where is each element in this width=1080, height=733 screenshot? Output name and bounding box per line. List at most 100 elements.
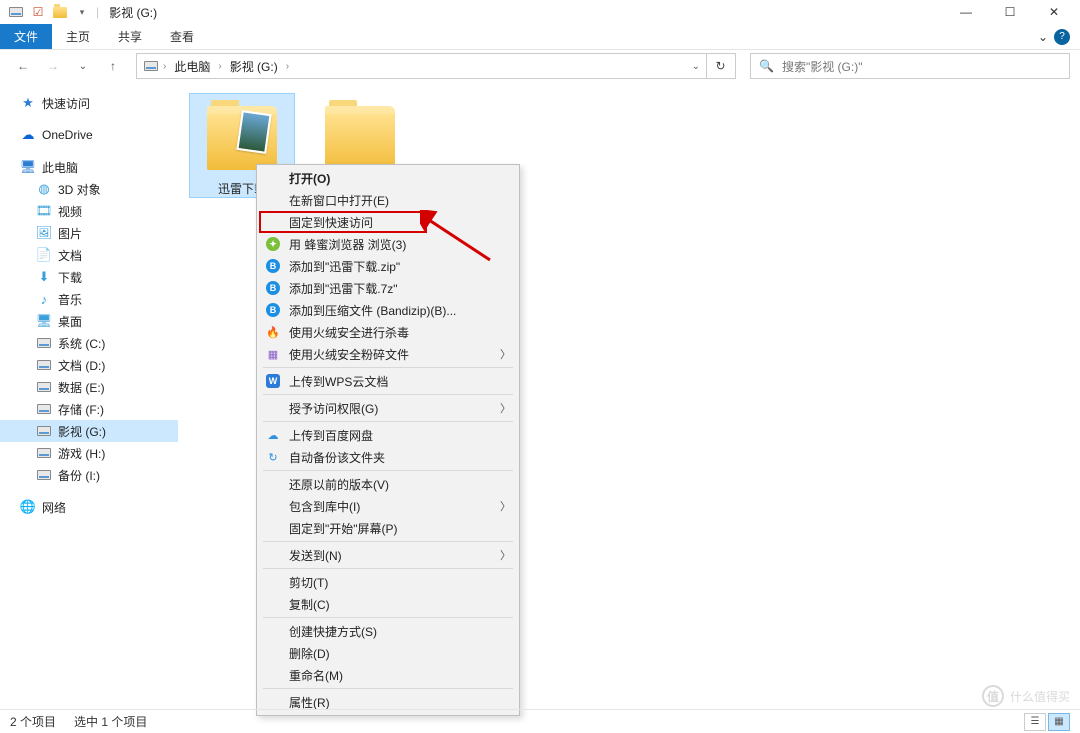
sidebar-item-label: 存储 (F:) — [58, 401, 104, 418]
address-dropdown-icon[interactable]: ⌄ — [692, 61, 700, 72]
separator — [263, 421, 513, 422]
ctx-send-to[interactable]: 发送到(N)〉 — [259, 544, 517, 566]
ctx-label: 使用火绒安全进行杀毒 — [289, 324, 409, 341]
ctx-auto-backup[interactable]: ↻自动备份该文件夹 — [259, 446, 517, 468]
sidebar-onedrive[interactable]: ☁OneDrive — [0, 124, 178, 146]
ctx-open[interactable]: 打开(O) — [259, 167, 517, 189]
ctx-pin-quick-access[interactable]: 固定到快速访问 — [259, 211, 517, 233]
forward-button[interactable]: → — [40, 53, 66, 79]
chevron-right-icon[interactable]: › — [163, 61, 166, 72]
minimize-button[interactable]: — — [944, 0, 988, 24]
tab-file[interactable]: 文件 — [0, 24, 52, 49]
sidebar-thispc[interactable]: 🖥此电脑 — [0, 156, 178, 178]
ctx-include-library[interactable]: 包含到库中(I) 〉 — [259, 495, 517, 517]
sidebar-item-label: 音乐 — [58, 291, 82, 308]
status-selection: 选中 1 个项目 — [74, 713, 147, 730]
ctx-add-7z[interactable]: B添加到"迅雷下载.7z" — [259, 277, 517, 299]
sidebar-videos[interactable]: 🎞视频 — [0, 200, 178, 222]
back-button[interactable]: ← — [10, 53, 36, 79]
tab-view[interactable]: 查看 — [156, 24, 208, 49]
breadcrumb-drive[interactable]: 影视 (G:) — [226, 58, 282, 75]
ctx-label: 添加到压缩文件 (Bandizip)(B)... — [289, 302, 456, 319]
tab-home[interactable]: 主页 — [52, 24, 104, 49]
ctx-label: 删除(D) — [289, 645, 330, 662]
separator — [263, 470, 513, 471]
sidebar-drive-c[interactable]: 系统 (C:) — [0, 332, 178, 354]
ctx-pin-start[interactable]: 固定到"开始"屏幕(P) — [259, 517, 517, 539]
ctx-cut[interactable]: 剪切(T) — [259, 571, 517, 593]
ctx-add-zip[interactable]: B添加到"迅雷下载.zip" — [259, 255, 517, 277]
ctx-label: 包含到库中(I) — [289, 498, 360, 515]
shield-icon: 🔥 — [265, 324, 281, 340]
sidebar-drive-i[interactable]: 备份 (I:) — [0, 464, 178, 486]
ctx-label: 剪切(T) — [289, 574, 328, 591]
ctx-create-shortcut[interactable]: 创建快捷方式(S) — [259, 620, 517, 642]
sidebar-music[interactable]: ♪ 音乐 — [0, 288, 178, 310]
chevron-right-icon[interactable]: › — [218, 61, 221, 72]
sidebar-downloads[interactable]: ⬇ 下载 — [0, 266, 178, 288]
sidebar-item-label: 此电脑 — [42, 159, 78, 176]
separator — [263, 367, 513, 368]
view-details-button[interactable]: ☰ — [1024, 713, 1046, 731]
sidebar-3dobjects[interactable]: ◍3D 对象 — [0, 178, 178, 200]
sidebar-pictures[interactable]: 🖼图片 — [0, 222, 178, 244]
up-button[interactable]: ↑ — [100, 53, 126, 79]
ctx-label: 添加到"迅雷下载.7z" — [289, 280, 398, 297]
ctx-huorong-scan[interactable]: 🔥 使用火绒安全进行杀毒 — [259, 321, 517, 343]
history-dropdown-icon[interactable]: ⌄ — [70, 53, 96, 79]
ctx-wps-upload[interactable]: W上传到WPS云文档 — [259, 370, 517, 392]
close-button[interactable]: ✕ — [1032, 0, 1076, 24]
shred-icon: ▦ — [265, 346, 281, 362]
sidebar-drive-f[interactable]: 存储 (F:) — [0, 398, 178, 420]
chevron-right-icon[interactable]: › — [286, 61, 289, 72]
sidebar-item-label: 数据 (E:) — [58, 379, 105, 396]
checkbox-icon[interactable]: ☑ — [30, 4, 46, 20]
refresh-button[interactable]: ↻ — [706, 53, 736, 79]
search-input[interactable]: 🔍 搜索"影视 (G:)" — [750, 53, 1070, 79]
sidebar-drive-g[interactable]: 影视 (G:) — [0, 420, 178, 442]
sidebar-documents[interactable]: 📄文档 — [0, 244, 178, 266]
ctx-huorong-shred[interactable]: ▦使用火绒安全粉碎文件〉 — [259, 343, 517, 365]
ctx-grant-access[interactable]: 授予访问权限(G)〉 — [259, 397, 517, 419]
breadcrumb-thispc[interactable]: 此电脑 — [170, 58, 214, 75]
ctx-open-new-window[interactable]: 在新窗口中打开(E) — [259, 189, 517, 211]
separator — [263, 617, 513, 618]
sidebar-item-label: 桌面 — [58, 313, 82, 330]
sidebar-desktop[interactable]: 🖥桌面 — [0, 310, 178, 332]
tab-share[interactable]: 共享 — [104, 24, 156, 49]
sidebar-drive-e[interactable]: 数据 (E:) — [0, 376, 178, 398]
sidebar-drive-h[interactable]: 游戏 (H:) — [0, 442, 178, 464]
music-icon: ♪ — [36, 291, 52, 307]
maximize-button[interactable]: ☐ — [988, 0, 1032, 24]
qat-dropdown-icon[interactable]: ▾ — [74, 4, 90, 20]
ctx-bandizip[interactable]: B添加到压缩文件 (Bandizip)(B)... — [259, 299, 517, 321]
ctx-delete[interactable]: 删除(D) — [259, 642, 517, 664]
ctx-rename[interactable]: 重命名(M) — [259, 664, 517, 686]
ribbon-expand-icon[interactable]: ⌄ — [1038, 30, 1048, 44]
drive-icon — [36, 357, 52, 373]
cloud-icon: ☁ — [20, 127, 36, 143]
drive-icon — [36, 445, 52, 461]
help-icon[interactable]: ? — [1054, 29, 1070, 45]
sidebar-item-label: 备份 (I:) — [58, 467, 100, 484]
ctx-label: 授予访问权限(G) — [289, 400, 378, 417]
sidebar-item-label: 下载 — [58, 269, 82, 286]
title-bar: ☑ ▾ | 影视 (G:) — ☐ ✕ — [0, 0, 1080, 24]
network-icon: 🌐 — [20, 499, 36, 515]
sidebar-item-label: 视频 — [58, 203, 82, 220]
ctx-baidu-upload[interactable]: ☁上传到百度网盘 — [259, 424, 517, 446]
ribbon-tabs: 文件 主页 共享 查看 ⌄ ? — [0, 24, 1080, 50]
drive-icon — [8, 4, 24, 20]
chevron-right-icon: 〉 — [500, 498, 511, 514]
view-icons-button[interactable]: ▦ — [1048, 713, 1070, 731]
ctx-label: 使用火绒安全粉碎文件 — [289, 346, 409, 363]
ctx-copy[interactable]: 复制(C) — [259, 593, 517, 615]
ctx-restore-version[interactable]: 还原以前的版本(V) — [259, 473, 517, 495]
sidebar-quick-access[interactable]: ★快速访问 — [0, 92, 178, 114]
ctx-honey-browser[interactable]: ✦用 蜂蜜浏览器 浏览(3) — [259, 233, 517, 255]
sidebar-network[interactable]: 🌐网络 — [0, 496, 178, 518]
download-icon: ⬇ — [36, 269, 52, 285]
picture-icon: 🖼 — [36, 225, 52, 241]
address-bar[interactable]: › 此电脑 › 影视 (G:) › ⌄ — [136, 53, 707, 79]
sidebar-drive-d[interactable]: 文档 (D:) — [0, 354, 178, 376]
